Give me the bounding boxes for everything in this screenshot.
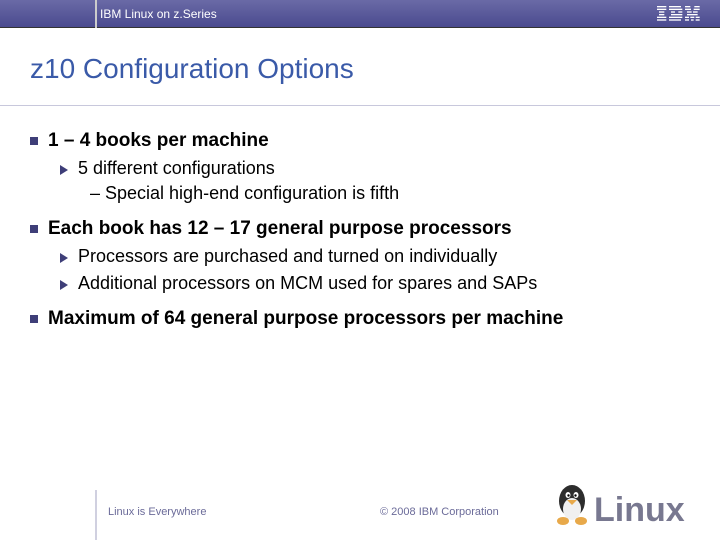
bullet-level3: – Special high-end configuration is fift… <box>90 183 690 204</box>
bullet-level1: 1 – 4 books per machine 5 different conf… <box>30 130 690 204</box>
bullet-text: Maximum of 64 general purpose processors… <box>48 308 563 330</box>
bullet-text: Processors are purchased and turned on i… <box>78 246 497 267</box>
footer-divider <box>95 490 97 540</box>
slide: IBM Linux on z.Series z10 Configuration … <box>0 0 720 540</box>
ibm-logo-icon <box>657 6 700 22</box>
bullet-level2: 5 different configurations <box>60 158 690 179</box>
bullet-text: 1 – 4 books per machine <box>48 130 269 152</box>
triangle-bullet-icon <box>60 253 68 263</box>
footer: Linux is Everywhere © 2008 IBM Corporati… <box>0 480 720 540</box>
bullet-text: Additional processors on MCM used for sp… <box>78 273 537 294</box>
bullet-text: Each book has 12 – 17 general purpose pr… <box>48 218 512 240</box>
footer-copyright: © 2008 IBM Corporation <box>380 506 499 518</box>
header-bar: IBM Linux on z.Series <box>0 0 720 28</box>
svg-text:Linux: Linux <box>594 491 685 529</box>
header-divider <box>95 0 97 28</box>
square-bullet-icon <box>30 225 38 233</box>
square-bullet-icon <box>30 137 38 145</box>
bullet-level1: Maximum of 64 general purpose processors… <box>30 308 690 330</box>
bullet-level2: Processors are purchased and turned on i… <box>60 246 690 267</box>
footer-tagline: Linux is Everywhere <box>108 506 206 518</box>
header-title: IBM Linux on z.Series <box>100 7 217 21</box>
bullet-level2: Additional processors on MCM used for sp… <box>60 273 690 294</box>
slide-content: 1 – 4 books per machine 5 different conf… <box>0 106 720 540</box>
square-bullet-icon <box>30 315 38 323</box>
bullet-level1: Each book has 12 – 17 general purpose pr… <box>30 218 690 294</box>
slide-title: z10 Configuration Options <box>0 28 720 106</box>
triangle-bullet-icon <box>60 165 68 175</box>
linux-logo-icon: Linux <box>552 483 702 534</box>
bullet-text: 5 different configurations <box>78 158 275 179</box>
triangle-bullet-icon <box>60 280 68 290</box>
